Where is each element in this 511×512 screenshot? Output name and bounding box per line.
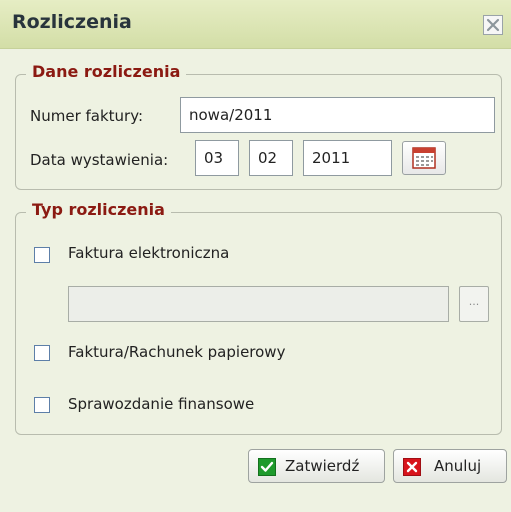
check-icon [258,458,276,476]
electronic-invoice-label[interactable]: Faktura elektroniczna [68,244,229,262]
electronic-invoice-checkbox[interactable] [34,247,50,263]
paper-invoice-label[interactable]: Faktura/Rachunek papierowy [68,343,285,361]
billing-type-legend: Typ rozliczenia [26,200,171,219]
browse-button-label: ... [468,295,480,308]
issue-year-input[interactable] [303,140,392,176]
billing-data-legend: Dane rozliczenia [26,62,187,81]
issue-day-input[interactable] [195,140,239,176]
close-icon [486,18,500,32]
x-icon [403,458,421,476]
title-bar[interactable]: Rozliczenia [0,0,511,49]
close-button[interactable] [483,15,503,35]
issue-month-input[interactable] [249,140,293,176]
calendar-icon [412,147,436,169]
financial-report-label[interactable]: Sprawozdanie finansowe [68,395,254,413]
billing-type-group: Typ rozliczenia Faktura elektroniczna ..… [15,200,502,435]
issue-date-label: Data wystawienia: [30,151,169,169]
paper-invoice-checkbox[interactable] [34,345,50,361]
billing-dialog: Rozliczenia Dane rozliczenia Numer faktu… [0,0,511,512]
financial-report-checkbox[interactable] [34,397,50,413]
invoice-number-input[interactable] [180,97,495,133]
confirm-label: Zatwierdź [285,457,360,475]
browse-button[interactable]: ... [459,286,489,322]
invoice-number-label: Numer faktury: [30,107,144,125]
file-path-input[interactable] [68,286,449,322]
calendar-button[interactable] [402,141,446,175]
confirm-button[interactable]: Zatwierdź [248,449,385,483]
cancel-label: Anuluj [434,457,482,475]
dialog-title: Rozliczenia [12,11,132,33]
billing-data-group: Dane rozliczenia Numer faktury: Data wys… [15,62,502,190]
cancel-button[interactable]: Anuluj [393,449,507,483]
